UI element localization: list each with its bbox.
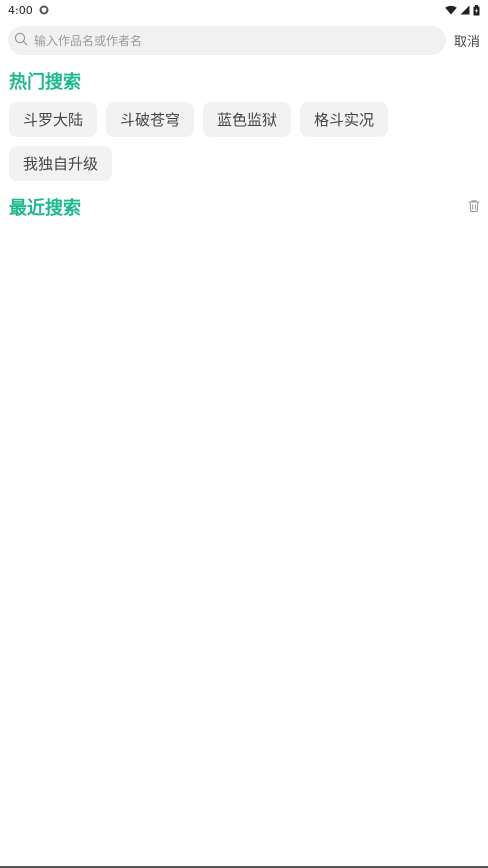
trash-icon[interactable] <box>467 198 481 213</box>
signal-icon <box>460 5 470 15</box>
battery-icon <box>473 4 480 16</box>
search-screen: 4:00 输入作品名或作者名 取消 热门搜索 斗罗大陆 斗破苍穹 蓝色监狱 格斗… <box>0 0 488 868</box>
recent-search-title: 最近搜索 <box>9 198 81 219</box>
hot-tag[interactable]: 格斗实况 <box>300 102 389 137</box>
status-bar: 4:00 <box>0 0 488 20</box>
status-left: 4:00 <box>8 4 49 17</box>
hot-search-tags: 斗罗大陆 斗破苍穹 蓝色监狱 格斗实况 我独自升级 <box>9 102 409 181</box>
wifi-icon <box>445 5 457 15</box>
hot-tag[interactable]: 斗破苍穹 <box>106 102 195 137</box>
hot-tag[interactable]: 我独自升级 <box>9 146 113 181</box>
status-right <box>445 4 480 16</box>
status-time: 4:00 <box>8 3 33 17</box>
hot-search-title: 热门搜索 <box>9 72 81 93</box>
search-row: 取消 <box>8 26 480 55</box>
notification-shield-icon <box>39 5 49 15</box>
search-input[interactable] <box>34 26 446 55</box>
search-box[interactable] <box>8 26 446 55</box>
hot-tag[interactable]: 蓝色监狱 <box>203 102 292 137</box>
search-icon <box>14 31 28 50</box>
cancel-button[interactable]: 取消 <box>454 31 480 50</box>
hot-tag[interactable]: 斗罗大陆 <box>9 102 98 137</box>
